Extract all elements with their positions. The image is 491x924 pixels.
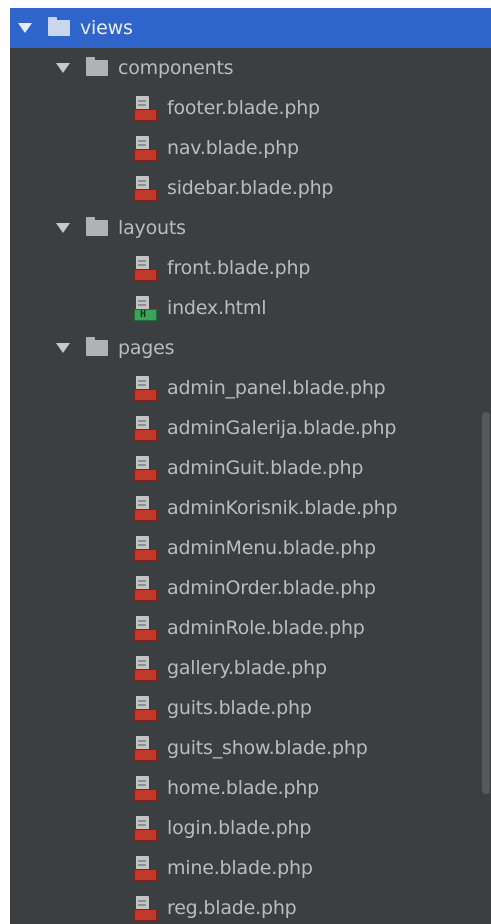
file-admin-order-blade[interactable]: adminOrder.blade.php bbox=[10, 568, 491, 608]
php-blade-file-icon bbox=[134, 575, 157, 601]
file-nav-blade[interactable]: nav.blade.php bbox=[10, 128, 491, 168]
tree-node-pages[interactable]: pages bbox=[10, 328, 491, 368]
php-blade-file-icon bbox=[134, 415, 157, 441]
file-admin-menu-blade[interactable]: adminMenu.blade.php bbox=[10, 528, 491, 568]
file-footer-blade[interactable]: footer.blade.php bbox=[10, 88, 491, 128]
file-label: front.blade.php bbox=[167, 257, 311, 279]
file-label: nav.blade.php bbox=[167, 137, 299, 159]
file-label: adminRole.blade.php bbox=[167, 617, 365, 639]
file-front-blade[interactable]: front.blade.php bbox=[10, 248, 491, 288]
php-blade-file-icon bbox=[134, 615, 157, 641]
php-blade-file-icon bbox=[134, 655, 157, 681]
php-blade-file-icon bbox=[134, 455, 157, 481]
file-guits-blade[interactable]: guits.blade.php bbox=[10, 688, 491, 728]
file-label: adminMenu.blade.php bbox=[167, 537, 376, 559]
file-label: adminKorisnik.blade.php bbox=[167, 497, 398, 519]
folder-icon bbox=[86, 57, 108, 76]
file-index-html[interactable]: H index.html bbox=[10, 288, 491, 328]
html-file-icon: H bbox=[134, 295, 157, 321]
tree-node-label: layouts bbox=[118, 217, 186, 239]
php-blade-file-icon bbox=[134, 535, 157, 561]
file-label: adminGalerija.blade.php bbox=[167, 417, 397, 439]
folder-icon bbox=[48, 17, 70, 36]
file-admin-galerija-blade[interactable]: adminGalerija.blade.php bbox=[10, 408, 491, 448]
scrollbar-thumb[interactable] bbox=[482, 412, 490, 794]
tree-node-components[interactable]: components bbox=[10, 48, 491, 88]
php-blade-file-icon bbox=[134, 895, 157, 921]
tree-node-layouts[interactable]: layouts bbox=[10, 208, 491, 248]
php-blade-file-icon bbox=[134, 175, 157, 201]
expand-arrow-icon[interactable] bbox=[56, 343, 70, 353]
php-blade-file-icon bbox=[134, 695, 157, 721]
tree-node-label: views bbox=[80, 17, 133, 39]
file-label: admin_panel.blade.php bbox=[167, 377, 386, 399]
file-label: login.blade.php bbox=[167, 817, 312, 839]
file-label: mine.blade.php bbox=[167, 857, 313, 879]
file-label: reg.blade.php bbox=[167, 897, 297, 919]
file-label: footer.blade.php bbox=[167, 97, 320, 119]
php-blade-file-icon bbox=[134, 495, 157, 521]
file-label: gallery.blade.php bbox=[167, 657, 327, 679]
file-login-blade[interactable]: login.blade.php bbox=[10, 808, 491, 848]
file-admin-korisnik-blade[interactable]: adminKorisnik.blade.php bbox=[10, 488, 491, 528]
file-label: guits_show.blade.php bbox=[167, 737, 368, 759]
file-label: index.html bbox=[167, 297, 267, 319]
expand-arrow-icon[interactable] bbox=[18, 23, 32, 33]
folder-icon bbox=[86, 217, 108, 236]
php-blade-file-icon bbox=[134, 375, 157, 401]
file-admin-guit-blade[interactable]: adminGuit.blade.php bbox=[10, 448, 491, 488]
file-reg-blade[interactable]: reg.blade.php bbox=[10, 888, 491, 924]
php-blade-file-icon bbox=[134, 815, 157, 841]
vertical-scrollbar[interactable] bbox=[481, 8, 491, 924]
file-gallery-blade[interactable]: gallery.blade.php bbox=[10, 648, 491, 688]
file-home-blade[interactable]: home.blade.php bbox=[10, 768, 491, 808]
project-tree-panel: views components footer.blade.php nav.bl… bbox=[10, 8, 491, 924]
file-guits-show-blade[interactable]: guits_show.blade.php bbox=[10, 728, 491, 768]
file-admin-panel-blade[interactable]: admin_panel.blade.php bbox=[10, 368, 491, 408]
file-label: adminOrder.blade.php bbox=[167, 577, 376, 599]
php-blade-file-icon bbox=[134, 735, 157, 761]
php-blade-file-icon bbox=[134, 855, 157, 881]
file-sidebar-blade[interactable]: sidebar.blade.php bbox=[10, 168, 491, 208]
tree-node-label: components bbox=[118, 57, 234, 79]
php-blade-file-icon bbox=[134, 95, 157, 121]
expand-arrow-icon[interactable] bbox=[56, 223, 70, 233]
tree-node-views[interactable]: views bbox=[10, 8, 491, 48]
html-badge-tag: H bbox=[140, 308, 147, 320]
file-label: guits.blade.php bbox=[167, 697, 312, 719]
file-label: sidebar.blade.php bbox=[167, 177, 334, 199]
php-blade-file-icon bbox=[134, 255, 157, 281]
php-blade-file-icon bbox=[134, 775, 157, 801]
file-label: home.blade.php bbox=[167, 777, 320, 799]
file-mine-blade[interactable]: mine.blade.php bbox=[10, 848, 491, 888]
file-admin-role-blade[interactable]: adminRole.blade.php bbox=[10, 608, 491, 648]
file-label: adminGuit.blade.php bbox=[167, 457, 364, 479]
tree-node-label: pages bbox=[118, 337, 175, 359]
php-blade-file-icon bbox=[134, 135, 157, 161]
expand-arrow-icon[interactable] bbox=[56, 63, 70, 73]
folder-icon bbox=[86, 337, 108, 356]
